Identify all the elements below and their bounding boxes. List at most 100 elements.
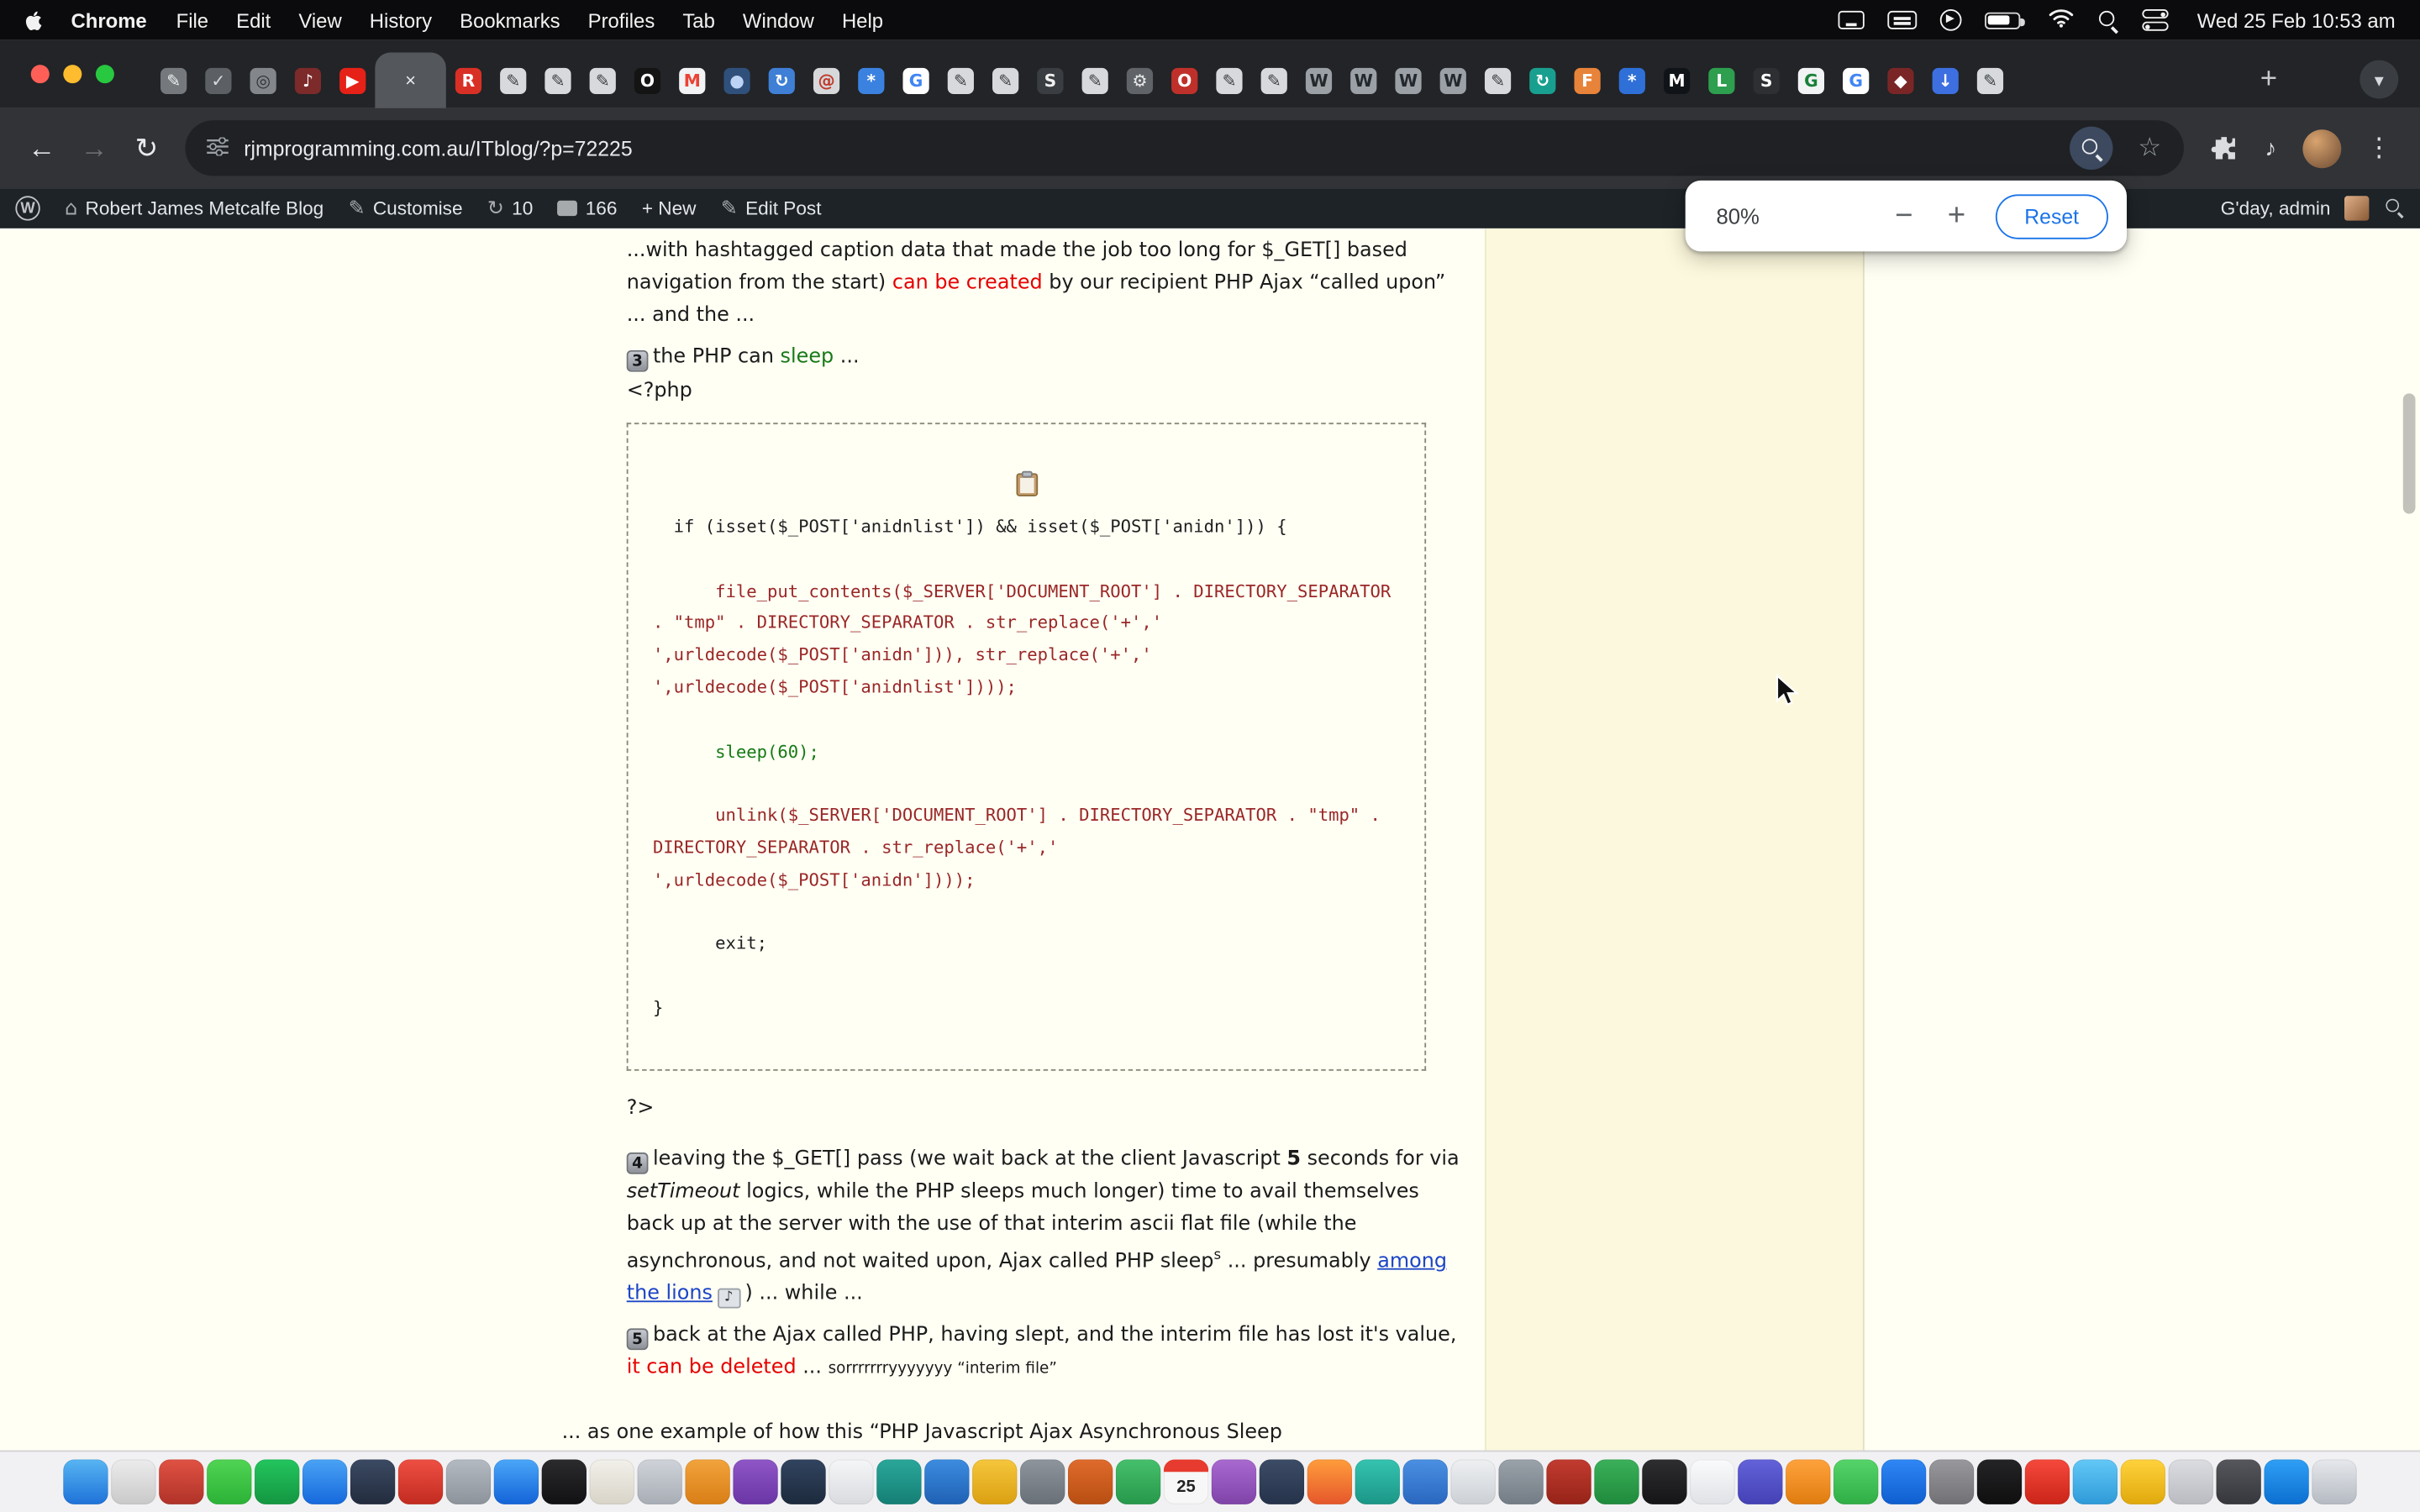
tab-oreilly[interactable]: O (625, 52, 670, 108)
scrollbar-thumb[interactable] (2403, 393, 2416, 513)
dock-app-25-icon[interactable] (1212, 1460, 1256, 1504)
tab-pencil-6[interactable]: ✎ (1073, 52, 1118, 108)
wp-logo-menu[interactable]: W (15, 196, 39, 220)
trash-icon[interactable] (2312, 1460, 2356, 1504)
dock-app-45-icon[interactable] (2169, 1460, 2213, 1504)
dock-app-9-icon[interactable] (446, 1460, 491, 1504)
back-button[interactable]: ← (15, 132, 67, 165)
dock-app-46-icon[interactable] (2217, 1460, 2261, 1504)
zoom-window-button[interactable] (96, 65, 114, 83)
dock-app-44-icon[interactable] (2121, 1460, 2165, 1504)
dock-app-5-icon[interactable] (255, 1460, 299, 1504)
dock-app-47-icon[interactable] (2264, 1460, 2308, 1504)
dock-app-41-icon[interactable] (1977, 1460, 2022, 1504)
menu-item-bookmarks[interactable]: Bookmarks (446, 8, 575, 32)
tab-tools[interactable]: ✎ (151, 52, 196, 108)
dock-app-15-icon[interactable] (733, 1460, 777, 1504)
tab-mdn[interactable]: M (1655, 52, 1699, 108)
wifi-icon[interactable] (2048, 8, 2074, 32)
dock-app-39-icon[interactable] (1881, 1460, 1926, 1504)
menu-app-name[interactable]: Chrome (55, 8, 162, 32)
dock-app-29-icon[interactable] (1403, 1460, 1448, 1504)
tab-wp-2[interactable]: W (1341, 52, 1386, 108)
dock-app-40-icon[interactable] (1929, 1460, 1974, 1504)
tab-pencil-1[interactable]: ✎ (491, 52, 535, 108)
tab-pencil-9[interactable]: ✎ (1476, 52, 1520, 108)
dock-app-37-icon[interactable] (1786, 1460, 1830, 1504)
tab-pencil-5[interactable]: ✎ (983, 52, 1028, 108)
zoom-reset-button[interactable]: Reset (1995, 194, 2108, 239)
menu-item-edit[interactable]: Edit (223, 8, 285, 32)
tab-wp-3[interactable]: W (1386, 52, 1430, 108)
admin-avatar[interactable] (2344, 196, 2369, 220)
menu-bar-clock[interactable]: Wed 25 Feb 10:53 am (2197, 8, 2396, 32)
safari-icon[interactable] (494, 1460, 539, 1504)
tab-flake-2[interactable]: * (1610, 52, 1655, 108)
reload-button[interactable]: ↻ (120, 132, 172, 165)
tab-globe[interactable]: ● (714, 52, 759, 108)
tab-google-2[interactable]: G (1833, 52, 1878, 108)
tab-stack[interactable]: S (1028, 52, 1072, 108)
menu-item-file[interactable]: File (162, 8, 223, 32)
terminal-icon[interactable] (542, 1460, 587, 1504)
dock-app-42-icon[interactable] (2025, 1460, 2070, 1504)
tab-pencil-4[interactable]: ✎ (939, 52, 983, 108)
zoom-in-button[interactable]: + (1930, 192, 1982, 241)
site-name-menu[interactable]: ⌂Robert James Metcalfe Blog (65, 197, 324, 220)
url-text[interactable]: rjmprogramming.com.au/ITblog/?p=72225 (244, 137, 2054, 160)
forward-button[interactable]: → (68, 132, 120, 165)
dock-app-22-icon[interactable] (1068, 1460, 1113, 1504)
dock-app-30-icon[interactable] (1451, 1460, 1496, 1504)
control-center-icon[interactable] (2142, 9, 2168, 30)
tab-pencil-10[interactable]: ✎ (1968, 52, 2012, 108)
dock-app-12-icon[interactable] (590, 1460, 634, 1504)
menu-item-history[interactable]: History (355, 8, 445, 32)
close-tab-icon[interactable]: × (405, 70, 416, 92)
dock-app-17-icon[interactable] (829, 1460, 873, 1504)
zoom-indicator-icon[interactable] (2070, 127, 2113, 170)
tab-sync[interactable]: ↻ (760, 52, 804, 108)
media-controls-icon[interactable]: ♪ (2251, 135, 2291, 161)
dock-app-13-icon[interactable] (638, 1460, 682, 1504)
tab-pencil-8[interactable]: ✎ (1252, 52, 1297, 108)
tab-gear[interactable]: ⚙ (1118, 52, 1162, 108)
dock-app-36-icon[interactable] (1738, 1460, 1782, 1504)
dock-app-3-icon[interactable] (159, 1460, 203, 1504)
close-window-button[interactable] (31, 65, 50, 83)
finder-icon[interactable] (63, 1460, 108, 1504)
address-bar[interactable]: rjmprogramming.com.au/ITblog/?p=72225 ☆ (185, 120, 2183, 176)
tab-wp-4[interactable]: W (1431, 52, 1476, 108)
site-settings-icon[interactable] (207, 137, 229, 160)
menu-item-tab[interactable]: Tab (669, 8, 729, 32)
tab-target[interactable]: ◎ (241, 52, 286, 108)
account-greeting[interactable]: G'day, admin (2221, 197, 2331, 219)
tab-gmail[interactable]: M (670, 52, 714, 108)
menu-item-window[interactable]: Window (729, 8, 828, 32)
dock-app-28-icon[interactable] (1355, 1460, 1400, 1504)
battery-icon[interactable] (1984, 12, 2019, 29)
tab-opera[interactable]: O (1162, 52, 1207, 108)
apple-menu-icon[interactable] (24, 8, 46, 32)
tab-youtube[interactable]: ▶ (330, 52, 375, 108)
dock-app-14-icon[interactable] (686, 1460, 730, 1504)
dock-app-34-icon[interactable] (1642, 1460, 1686, 1504)
dock-app-35-icon[interactable] (1690, 1460, 1734, 1504)
dock-app-23-icon[interactable] (1116, 1460, 1160, 1504)
menu-item-view[interactable]: View (285, 8, 355, 32)
tab-flake[interactable]: * (849, 52, 893, 108)
dock-app-38-icon[interactable] (1833, 1460, 1878, 1504)
dock-app-2-icon[interactable] (111, 1460, 155, 1504)
dock-app-26-icon[interactable] (1260, 1460, 1304, 1504)
dock-app-43-icon[interactable] (2073, 1460, 2118, 1504)
tab-leaf[interactable]: L (1699, 52, 1744, 108)
tab-sync-teal[interactable]: ↻ (1520, 52, 1565, 108)
bookmark-star-icon[interactable]: ☆ (2128, 133, 2170, 164)
profile-avatar[interactable] (2302, 129, 2341, 167)
dock-app-21-icon[interactable] (1020, 1460, 1065, 1504)
tab-debian[interactable]: @ (804, 52, 849, 108)
new-content-menu[interactable]: + New (642, 197, 697, 219)
extensions-puzzle-icon[interactable] (2196, 134, 2251, 162)
dock-app-31-icon[interactable] (1498, 1460, 1543, 1504)
tab-road[interactable]: R (446, 52, 491, 108)
dock-app-19-icon[interactable] (924, 1460, 969, 1504)
